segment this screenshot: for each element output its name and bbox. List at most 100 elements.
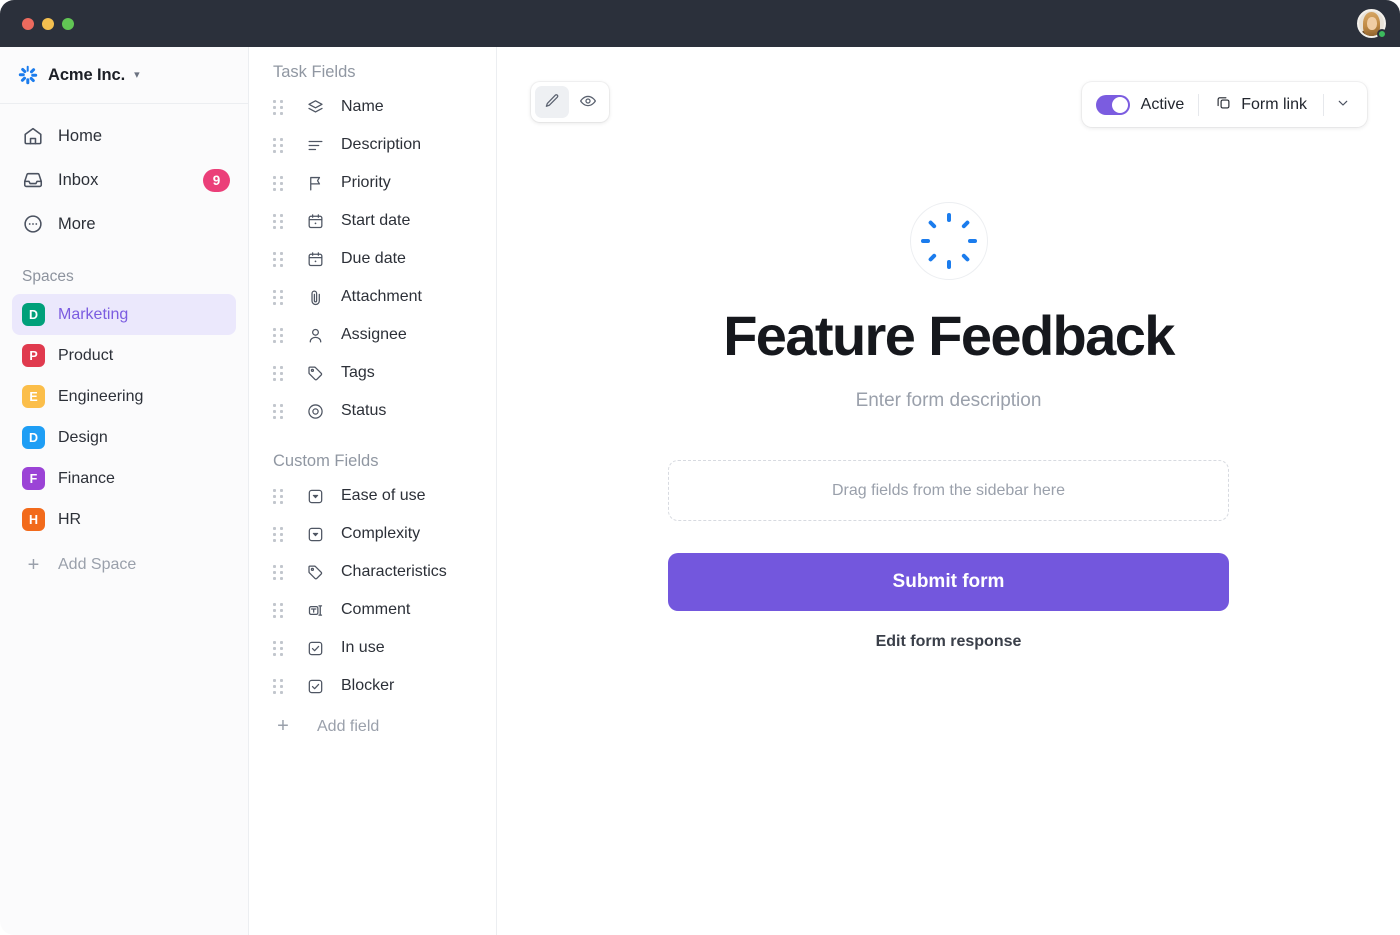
drag-handle-icon[interactable] xyxy=(273,564,286,580)
drag-handle-icon[interactable] xyxy=(273,175,286,191)
drag-handle-icon[interactable] xyxy=(273,251,286,267)
tag-icon xyxy=(305,363,325,383)
field-label: Description xyxy=(341,136,422,153)
plus-icon: + xyxy=(27,553,40,576)
space-label: Marketing xyxy=(58,305,129,323)
field-row[interactable]: Ease of use xyxy=(249,477,496,515)
dropzone-text: Drag fields from the sidebar here xyxy=(832,481,1065,499)
paperclip-icon xyxy=(305,287,325,307)
drag-handle-icon[interactable] xyxy=(273,137,286,153)
sidebar-item-space[interactable]: D Marketing xyxy=(12,294,236,335)
spinner-dash xyxy=(20,67,26,74)
add-field-label: Add field xyxy=(317,718,380,735)
field-row[interactable]: Comment xyxy=(249,591,496,629)
drag-handle-icon[interactable] xyxy=(273,99,286,115)
spinner-dash xyxy=(26,78,29,85)
task-fields-list: Name Description Priority Start date Due dat… xyxy=(249,88,496,430)
sidebar-item-more-label: More xyxy=(58,214,96,233)
sidebar-item-space[interactable]: P Product xyxy=(12,335,236,376)
edit-form-response-link[interactable]: Edit form response xyxy=(876,633,1022,651)
sidebar-item-space[interactable]: D Design xyxy=(12,417,236,458)
drag-handle-icon[interactable] xyxy=(273,365,286,381)
traffic-lights xyxy=(22,17,74,30)
drag-handle-icon[interactable] xyxy=(273,640,286,656)
sidebar-item-more[interactable]: More xyxy=(12,202,236,246)
plus-icon: + xyxy=(277,715,289,737)
fields-panel: Task Fields Name Description Priority Start… xyxy=(249,47,497,935)
app-window: Acme Inc. ▾ Home Inbox 9 More Spaces D M… xyxy=(0,0,1400,935)
sidebar-item-home-label: Home xyxy=(58,126,103,145)
spinner-dash xyxy=(946,260,951,269)
field-label: Due date xyxy=(341,250,406,267)
sidebar-item-space[interactable]: H HR xyxy=(12,499,236,540)
layers-icon xyxy=(305,97,325,117)
field-row[interactable]: Assignee xyxy=(249,316,496,354)
drag-handle-icon[interactable] xyxy=(273,327,286,343)
space-avatar: F xyxy=(22,467,45,490)
submit-form-button[interactable]: Submit form xyxy=(668,553,1229,611)
drag-handle-icon[interactable] xyxy=(273,602,286,618)
field-row[interactable]: Name xyxy=(249,88,496,126)
field-row[interactable]: Attachment xyxy=(249,278,496,316)
form-logo xyxy=(909,202,988,280)
sidebar-item-inbox-label: Inbox xyxy=(58,170,99,189)
window-titlebar xyxy=(0,0,1400,47)
spinner-dash xyxy=(927,219,937,229)
text-input-icon xyxy=(305,600,325,620)
spinner-dash xyxy=(29,76,35,83)
close-window-button[interactable] xyxy=(22,17,34,30)
spaces-section-title: Spaces xyxy=(22,268,74,285)
form-description-placeholder[interactable]: Enter form description xyxy=(856,390,1042,412)
form-builder-canvas: Active Form link Feature Feedback Enter … xyxy=(497,47,1400,935)
tag-icon xyxy=(305,562,325,582)
field-row[interactable]: Due date xyxy=(249,240,496,278)
field-label: Status xyxy=(341,402,387,419)
drag-handle-icon[interactable] xyxy=(273,488,286,504)
primary-nav: Home Inbox 9 More xyxy=(0,104,248,246)
home-icon xyxy=(22,125,44,147)
clickup-spinner-logo xyxy=(16,64,39,87)
spinner-dash xyxy=(26,65,29,72)
add-space-button[interactable]: + Add Space xyxy=(12,544,236,585)
form-title[interactable]: Feature Feedback xyxy=(723,308,1175,364)
spinner-dash xyxy=(960,253,970,263)
field-row[interactable]: Start date xyxy=(249,202,496,240)
avatar[interactable] xyxy=(1357,9,1387,39)
avatar-face xyxy=(1367,17,1377,30)
drag-handle-icon[interactable] xyxy=(273,213,286,229)
checkbox-icon xyxy=(305,638,325,658)
field-label: Priority xyxy=(341,174,391,191)
space-label: Finance xyxy=(58,469,115,487)
target-icon xyxy=(305,401,325,421)
field-row[interactable]: In use xyxy=(249,629,496,667)
custom-fields-list: Ease of use Complexity Characteristics Comm… xyxy=(249,477,496,705)
field-row[interactable]: Tags xyxy=(249,354,496,392)
field-row[interactable]: Complexity xyxy=(249,515,496,553)
space-label: Engineering xyxy=(58,387,144,405)
field-row[interactable]: Blocker xyxy=(249,667,496,705)
sidebar-item-space[interactable]: E Engineering xyxy=(12,376,236,417)
field-row[interactable]: Priority xyxy=(249,164,496,202)
sidebar-item-inbox[interactable]: Inbox 9 xyxy=(12,158,236,202)
space-avatar: D xyxy=(22,303,45,326)
sidebar-item-space[interactable]: F Finance xyxy=(12,458,236,499)
minimize-window-button[interactable] xyxy=(42,17,54,30)
add-field-button[interactable]: + Add field xyxy=(249,707,496,747)
drag-handle-icon[interactable] xyxy=(273,289,286,305)
space-avatar: E xyxy=(22,385,45,408)
sidebar-item-home[interactable]: Home xyxy=(12,114,236,158)
field-row[interactable]: Status xyxy=(249,392,496,430)
space-avatar: P xyxy=(22,344,45,367)
drag-handle-icon[interactable] xyxy=(273,403,286,419)
drag-handle-icon[interactable] xyxy=(273,678,286,694)
dropdown-icon xyxy=(305,524,325,544)
drag-handle-icon[interactable] xyxy=(273,526,286,542)
workspace-switcher[interactable]: Acme Inc. ▾ xyxy=(0,47,248,104)
online-status-dot xyxy=(1377,29,1387,39)
maximize-window-button[interactable] xyxy=(62,17,74,30)
space-avatar: D xyxy=(22,426,45,449)
spinner-dash xyxy=(31,73,37,77)
field-dropzone[interactable]: Drag fields from the sidebar here xyxy=(668,460,1229,521)
field-row[interactable]: Characteristics xyxy=(249,553,496,591)
field-row[interactable]: Description xyxy=(249,126,496,164)
